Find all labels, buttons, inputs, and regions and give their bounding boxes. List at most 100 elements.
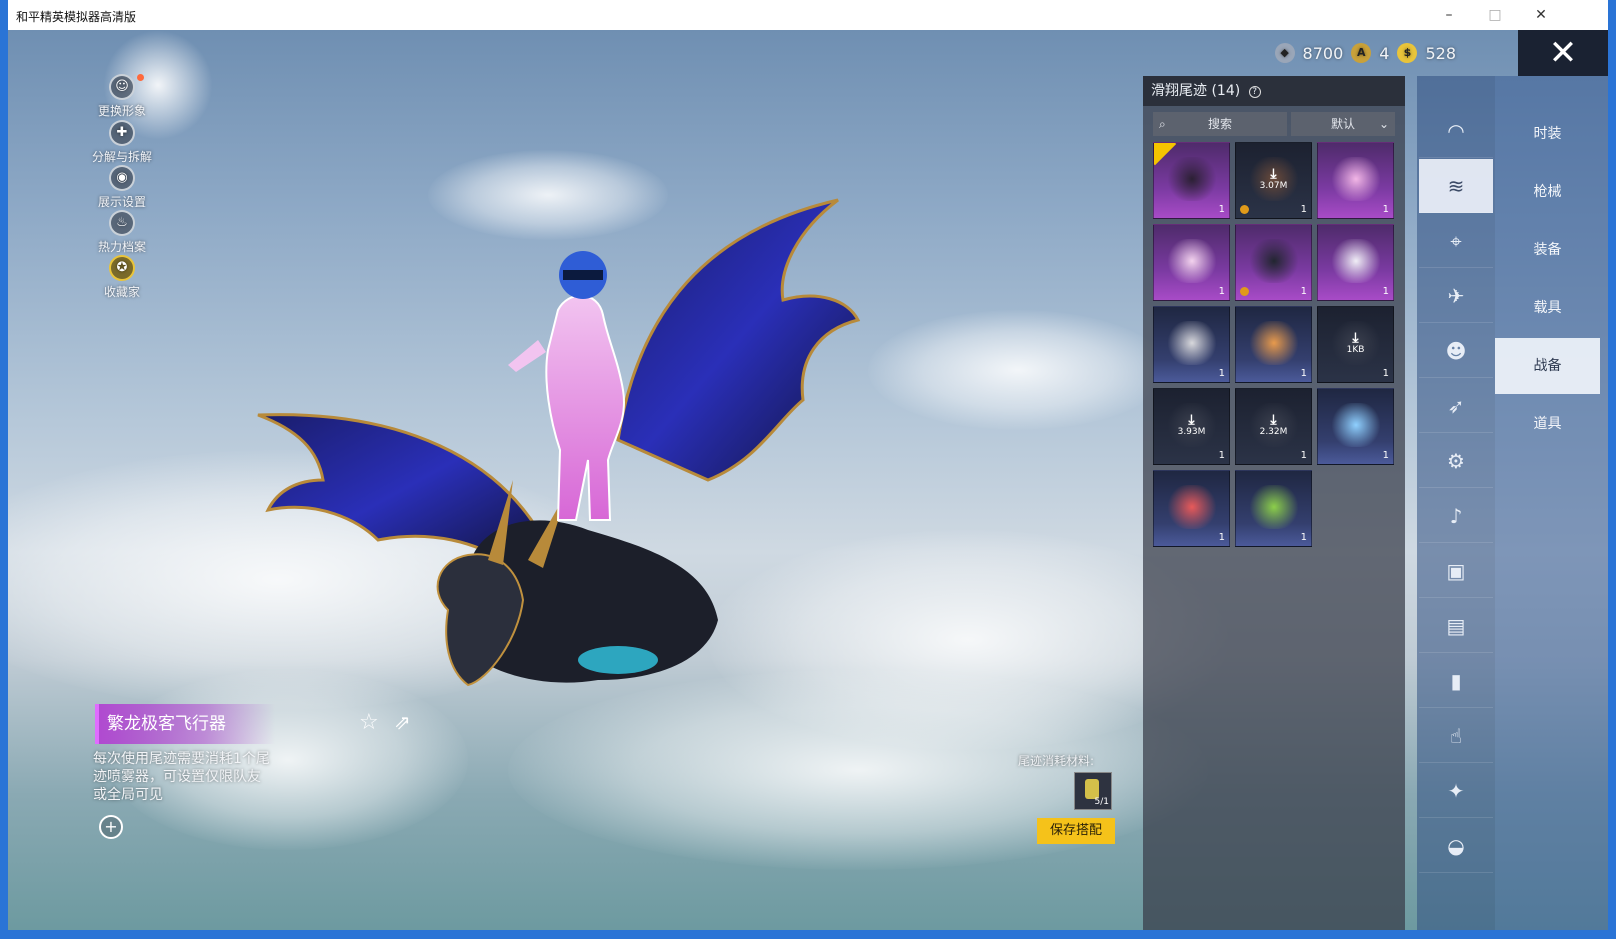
left-menu-change-avatar[interactable]: ☺ 更换形象 xyxy=(86,74,158,119)
drone-icon[interactable]: ⌖ xyxy=(1419,214,1493,268)
item-name-plate: 繁龙极客飞行器 xyxy=(95,704,275,744)
download-size: 3.93M xyxy=(1177,427,1206,437)
search-placeholder: 搜索 xyxy=(1207,117,1232,131)
sort-label: 默认 xyxy=(1331,117,1356,131)
airdrop-icon[interactable]: ◒ xyxy=(1419,819,1493,873)
flame-icon: ♨ xyxy=(109,210,135,236)
trail-item-tile[interactable]: 1 xyxy=(1153,306,1230,383)
maximize-button[interactable]: □ xyxy=(1472,0,1518,30)
help-icon[interactable]: ? xyxy=(1248,86,1261,98)
parachute-icon[interactable]: ◠ xyxy=(1419,104,1493,158)
download-icon: ⤓ xyxy=(1270,412,1277,428)
trail-item-tile[interactable]: 1 xyxy=(1235,306,1312,383)
trail-item-tile[interactable]: 1 xyxy=(1153,470,1230,547)
window-title: 和平精英模拟器高清版 xyxy=(16,10,137,24)
speaker-icon[interactable]: ♪ xyxy=(1419,489,1493,543)
gallery-icon[interactable]: ▤ xyxy=(1419,599,1493,653)
subcategory-icon-bar: ◠ ≋ ⌖ ✈ ☻ ➶ ⚙ ♪ ▣ ▤ ▮ ☝ ✦ ◒ xyxy=(1417,76,1495,930)
item-count: 1 xyxy=(1382,204,1389,215)
download-indicator: ⤓ 3.07M xyxy=(1236,167,1311,191)
share-icon[interactable]: ⇗ xyxy=(394,710,411,734)
left-menu-heat-profile[interactable]: ♨ 热力档案 xyxy=(86,210,158,255)
avatar-icon: ☺ xyxy=(109,74,135,100)
currency-a-value: 4 xyxy=(1379,43,1390,63)
left-menu-display-settings[interactable]: ◉ 展示设置 xyxy=(86,165,158,210)
trail-item-tile[interactable]: ⤓ 2.32M 1 xyxy=(1235,388,1312,465)
item-count: 1 xyxy=(1218,204,1225,215)
left-menu-label: 分解与拆解 xyxy=(91,150,152,164)
currency-bar: ◆ 8700 A 4 $ 528 xyxy=(1274,42,1456,64)
currency-gold-value: 528 xyxy=(1425,43,1456,63)
character-visor xyxy=(563,270,603,280)
glide-trail-icon[interactable]: ≋ xyxy=(1419,159,1493,213)
download-size: 1KB xyxy=(1346,345,1365,355)
category-tab[interactable]: 道具 xyxy=(1495,396,1600,452)
emote-face-icon[interactable]: ☻ xyxy=(1419,324,1493,378)
trail-item-tile[interactable]: 1 xyxy=(1317,142,1394,219)
trail-item-tile[interactable]: 1 xyxy=(1317,388,1394,465)
trail-item-tile[interactable]: ⤓ 3.93M 1 xyxy=(1153,388,1230,465)
download-icon: ⤓ xyxy=(1188,412,1195,428)
trail-item-art xyxy=(1332,403,1380,447)
category-bar: 时装 枪械 装备 载具 战备 道具 xyxy=(1495,76,1608,930)
item-count: 1 xyxy=(1382,450,1389,461)
left-menu-collector[interactable]: ✪ 收藏家 xyxy=(86,255,158,300)
jet-icon[interactable]: ➶ xyxy=(1419,379,1493,433)
trail-item-art xyxy=(1168,239,1216,283)
rarity-badge-icon xyxy=(1240,287,1249,296)
app-frame: 和平精英模拟器高清版 – □ ✕ ☺ 更换形象 ✚ 分解与拆解 ◉ 展示设置 ♨… xyxy=(0,0,1616,939)
cloud xyxy=(868,310,1168,430)
category-tab[interactable]: 装备 xyxy=(1495,222,1600,278)
category-tab[interactable]: 枪械 xyxy=(1495,164,1600,220)
game-viewport: ☺ 更换形象 ✚ 分解与拆解 ◉ 展示设置 ♨ 热力档案 ✪ 收藏家 ◆ 870… xyxy=(8,30,1608,930)
zoom-in-icon[interactable]: + xyxy=(99,815,123,839)
trail-item-art xyxy=(1250,321,1298,365)
trail-item-art xyxy=(1168,485,1216,529)
notification-dot xyxy=(137,74,144,81)
material-item-spray-can[interactable]: 5/1 xyxy=(1074,772,1112,810)
spray-can-icon[interactable]: ▮ xyxy=(1419,654,1493,708)
category-tab[interactable]: 时装 xyxy=(1495,106,1600,162)
gold-coin-icon: $ xyxy=(1397,43,1418,63)
category-tab[interactable]: 载具 xyxy=(1495,280,1600,336)
minimize-button[interactable]: – xyxy=(1426,0,1472,30)
item-count: 1 xyxy=(1300,204,1307,215)
close-icon[interactable]: ✕ xyxy=(1518,30,1608,76)
download-icon: ⤓ xyxy=(1270,166,1277,182)
trail-item-tile[interactable]: 1 xyxy=(1153,142,1230,219)
sort-dropdown[interactable]: 默认 ⌄ xyxy=(1291,112,1395,136)
character-arm xyxy=(508,340,546,372)
item-description: 每次使用尾迹需要消耗1个尾迹喷雾器，可设置仅限队友或全局可见 xyxy=(93,751,270,803)
window-bottom-border xyxy=(0,930,1616,939)
panel-header: 滑翔尾迹 (14) ? xyxy=(1143,76,1405,106)
trail-item-tile[interactable]: ⤓ 3.07M 1 xyxy=(1235,142,1312,219)
material-label: 尾迹消耗材料: xyxy=(1018,754,1095,768)
save-outfit-button[interactable]: 保存搭配 xyxy=(1037,818,1115,844)
left-menu-label: 收藏家 xyxy=(103,285,140,299)
favorite-star-icon[interactable]: ☆ xyxy=(359,710,379,735)
a-coin-icon: A xyxy=(1351,43,1372,63)
currency-silver-value: 8700 xyxy=(1302,43,1344,63)
trail-item-tile[interactable]: ⤓ 1KB 1 xyxy=(1317,306,1394,383)
hand-tap-icon[interactable]: ☝ xyxy=(1419,709,1493,763)
item-count: 1 xyxy=(1300,450,1307,461)
plane-icon[interactable]: ✈ xyxy=(1419,269,1493,323)
sparkle-wand-icon[interactable]: ✦ xyxy=(1419,764,1493,818)
trail-item-tile[interactable]: 1 xyxy=(1153,224,1230,301)
dragon-wing-right xyxy=(616,198,861,482)
robot-icon[interactable]: ⚙ xyxy=(1419,434,1493,488)
trail-item-tile[interactable]: 1 xyxy=(1317,224,1394,301)
dragon-glow xyxy=(578,646,658,674)
pet-icon[interactable]: ▣ xyxy=(1419,544,1493,598)
search-row: ⌕ 搜索 默认 ⌄ xyxy=(1153,112,1395,136)
download-size: 2.32M xyxy=(1259,427,1288,437)
trail-item-tile[interactable]: 1 xyxy=(1235,470,1312,547)
category-tab[interactable]: 战备 xyxy=(1495,338,1600,394)
search-input[interactable]: ⌕ 搜索 xyxy=(1153,112,1287,136)
left-menu-dismantle[interactable]: ✚ 分解与拆解 xyxy=(86,120,158,165)
item-count: 1 xyxy=(1218,532,1225,543)
trail-item-tile[interactable]: 1 xyxy=(1235,224,1312,301)
left-menu-label: 热力档案 xyxy=(97,240,146,254)
item-count: 1 xyxy=(1218,286,1225,297)
window-close-button[interactable]: ✕ xyxy=(1518,0,1564,30)
